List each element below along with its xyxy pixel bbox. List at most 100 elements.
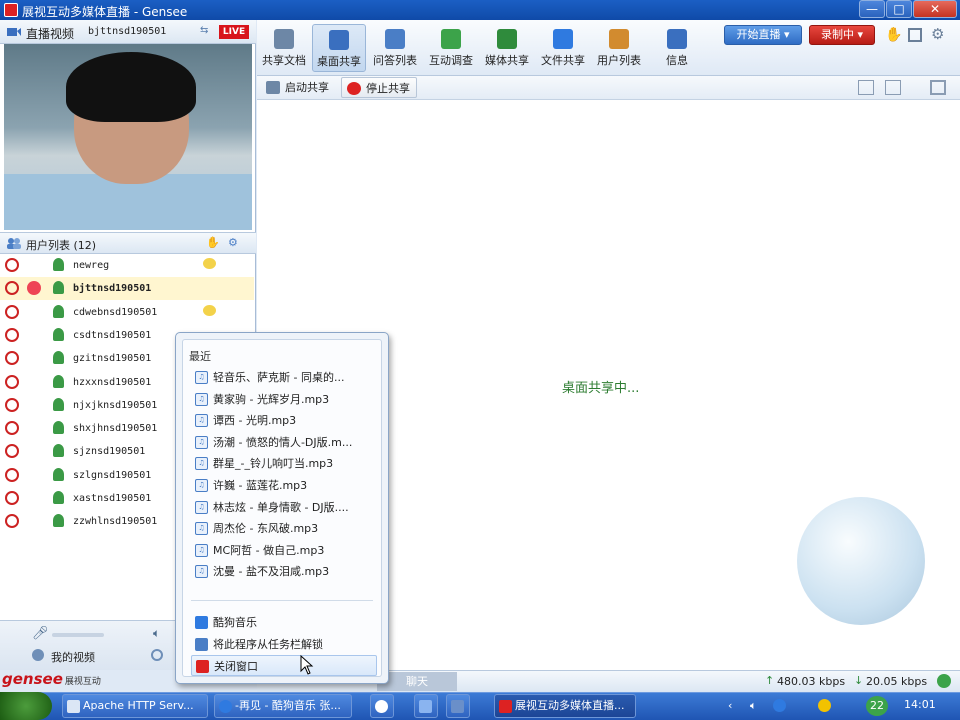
recording-button[interactable]: 录制中 ▾ [809, 25, 875, 45]
start-button[interactable] [0, 692, 52, 720]
actual-size-icon[interactable] [885, 80, 901, 95]
mic-disabled-icon[interactable] [5, 444, 19, 459]
tray-arrow-icon[interactable]: ‹ [728, 699, 732, 712]
upload-rate: 480.03 kbps [777, 675, 846, 688]
music-file-icon: ♫ [195, 543, 208, 557]
userlist-header: 用户列表 (12) ✋ ⚙ [0, 232, 256, 254]
mic-disabled-icon[interactable] [5, 327, 19, 342]
unpin-task[interactable]: 将此程序从任务栏解锁 [191, 634, 377, 655]
chat-bubble-icon[interactable] [203, 258, 216, 269]
switch-icon[interactable]: ⇆ [200, 25, 208, 36]
tray-kugou-icon[interactable] [773, 699, 786, 712]
recent-item[interactable]: ♫ 谭西 - 光明.mp3 [191, 410, 377, 431]
maximize-button[interactable]: □ [886, 0, 912, 18]
chat-bubble-icon[interactable] [203, 304, 216, 316]
user-name: gzitnsd190501 [73, 353, 152, 365]
user-row[interactable]: bjttnsd190501 [0, 277, 254, 301]
tool-1-label: 共享文档 [262, 54, 306, 67]
taskbar-app-3[interactable] [370, 694, 394, 718]
recent-item[interactable]: ♫ MC阿哲 - 做自己.mp3 [191, 540, 377, 561]
sharing-status-text: 桌面共享中... [562, 381, 640, 396]
fit-screen-icon[interactable] [858, 80, 874, 95]
taskbar-kugou[interactable]: -再见 - 酷狗音乐 张... [214, 694, 352, 718]
tool-8-icon [667, 29, 687, 49]
user-row[interactable]: newreg [0, 254, 254, 277]
recent-item[interactable]: ♫ 沈曼 - 盐不及泪咸.mp3 [191, 561, 377, 582]
user-name: zzwhlnsd190501 [73, 516, 158, 528]
mic-disabled-icon[interactable] [5, 514, 19, 529]
close-button[interactable]: ✕ [913, 0, 957, 18]
recent-item-label: 谭西 - 光明.mp3 [213, 414, 297, 428]
recent-item[interactable]: ♫ 轻音乐、萨克斯 - 同桌的... [191, 367, 377, 388]
user-settings-icon[interactable]: ⚙ [228, 236, 238, 249]
recent-item[interactable]: ♫ 汤潮 - 愤怒的情人-DJ版.m... [191, 432, 377, 453]
tray-volume-icon[interactable]: 🔈︎ [750, 699, 757, 713]
tool-5-button[interactable]: 媒体共享 [480, 24, 534, 72]
download-rate: 20.05 kbps [866, 675, 928, 688]
brand-logo-text: gensee [2, 670, 63, 688]
tool-8-label: 信息 [666, 54, 688, 67]
recent-item[interactable]: ♫ 许巍 - 蓝莲花.mp3 [191, 475, 377, 496]
speaker-icon[interactable]: 🔈︎ [153, 626, 160, 641]
user-icon [53, 467, 64, 481]
minimize-button[interactable]: — [859, 0, 885, 18]
recent-item[interactable]: ♫ 群星_-_铃儿响叮当.mp3 [191, 453, 377, 474]
mic-disabled-icon[interactable] [5, 351, 19, 366]
video-frame[interactable] [4, 44, 252, 230]
recent-item[interactable]: ♫ 林志炫 - 单身情歌 - DJ版.... [191, 497, 377, 518]
tool-3-button[interactable]: 问答列表 [368, 24, 422, 72]
mic-disabled-icon[interactable] [5, 304, 19, 319]
music-file-icon: ♫ [195, 522, 208, 536]
recent-item-label: 轻音乐、萨克斯 - 同桌的... [213, 371, 345, 384]
gear-icon[interactable]: ⚙ [931, 25, 944, 43]
taskbar-gensee[interactable]: 展视互动多媒体直播... [494, 694, 636, 718]
tray-plus-icon[interactable] [818, 699, 831, 712]
start-live-button[interactable]: 开始直播 ▾ [724, 25, 802, 45]
recent-item[interactable]: ♫ 周杰伦 - 东风破.mp3 [191, 518, 377, 539]
fullscreen-icon[interactable] [930, 80, 946, 95]
user-icon [53, 444, 64, 458]
tray-badge[interactable]: 22 [866, 696, 888, 716]
tool-7-button[interactable]: 用户列表 [592, 24, 646, 72]
mic-disabled-icon[interactable] [5, 374, 19, 389]
user-icon [53, 397, 64, 411]
taskbar-app-4[interactable] [414, 694, 438, 718]
tool-8-button[interactable]: 信息 [650, 24, 704, 72]
hand-icon[interactable]: ✋ [885, 27, 902, 43]
chat-tab-behind[interactable]: 聊天 [377, 672, 457, 691]
start-share-button[interactable]: 启动共享 [261, 77, 335, 98]
tool-3-label: 问答列表 [373, 54, 417, 67]
microphone-icon[interactable]: 🎤︎ [32, 626, 49, 641]
mic-disabled-icon[interactable] [5, 258, 19, 272]
monitor-icon [266, 81, 280, 94]
mic-disabled-icon[interactable] [5, 281, 19, 296]
tool-6-button[interactable]: 文件共享 [536, 24, 590, 72]
stop-share-button[interactable]: 停止共享 [341, 77, 417, 98]
upload-arrow-icon: ↑ [765, 674, 775, 687]
tool-4-icon [441, 29, 461, 49]
mic-disabled-icon[interactable] [5, 421, 19, 436]
mic-volume-slider[interactable] [52, 633, 104, 637]
connection-icon [937, 674, 951, 688]
mic-disabled-icon[interactable] [5, 397, 19, 412]
user-icon [53, 514, 64, 528]
user-name: newreg [73, 260, 110, 271]
layout-icon[interactable] [908, 28, 922, 42]
raise-hand-icon[interactable]: ✋ [206, 236, 220, 249]
tool-2-button[interactable]: 桌面共享 [312, 24, 366, 72]
taskbar-apache[interactable]: Apache HTTP Serv... [62, 694, 208, 718]
tool-4-button[interactable]: 互动调查 [424, 24, 478, 72]
recent-item[interactable]: ♫ 黄家驹 - 光辉岁月.mp3 [191, 389, 377, 410]
recent-item-label: MC阿哲 - 做自己.mp3 [213, 543, 325, 557]
tool-1-icon [274, 29, 294, 49]
my-video-label[interactable]: 我的视频 [51, 649, 95, 665]
tool-1-button[interactable]: 共享文档 [257, 24, 311, 72]
taskbar-app-5[interactable] [446, 694, 470, 718]
camera-on-icon[interactable] [27, 281, 41, 296]
user-row[interactable]: cdwebnsd190501 [0, 301, 254, 324]
close-window-task[interactable]: 关闭窗口 [191, 655, 377, 677]
mic-disabled-icon[interactable] [5, 467, 19, 482]
settings-icon[interactable] [151, 649, 163, 661]
mic-disabled-icon[interactable] [5, 491, 19, 505]
kugou-task[interactable]: 酷狗音乐 [191, 612, 377, 633]
